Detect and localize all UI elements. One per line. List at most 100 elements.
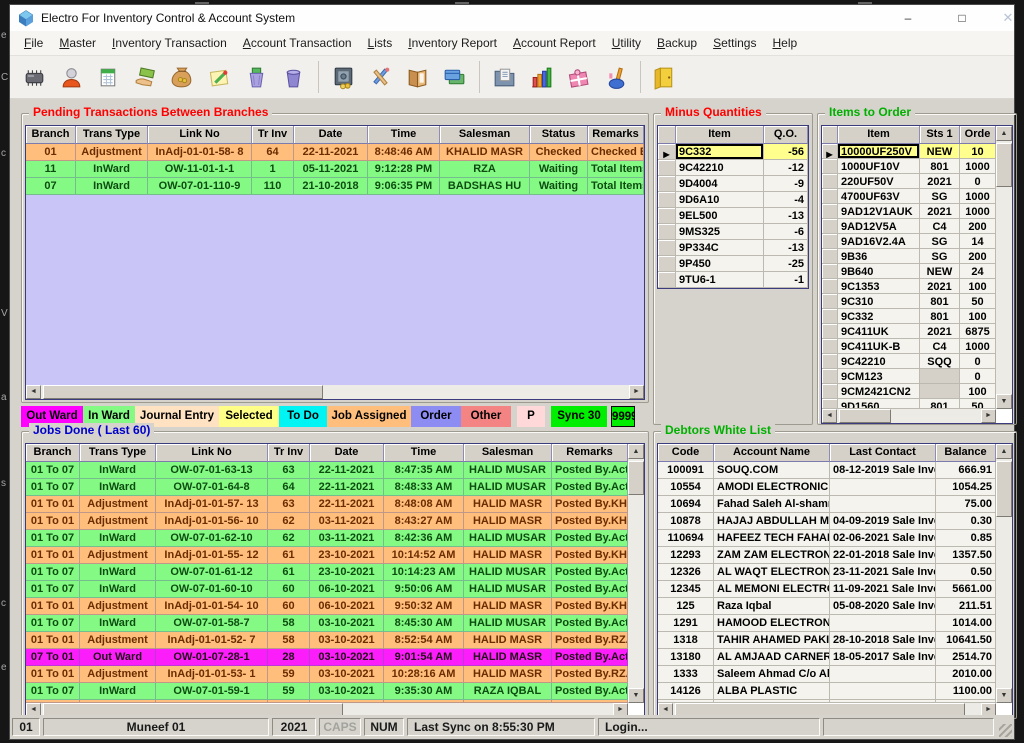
row-selector[interactable] [658, 208, 676, 224]
row-selector[interactable]: ▶ [658, 144, 676, 160]
column-header[interactable]: Item [676, 126, 764, 144]
column-header[interactable]: Branch [26, 444, 80, 462]
menu-account-transaction[interactable]: Account Transaction [235, 33, 360, 53]
row-selector[interactable] [822, 159, 838, 174]
row-selector[interactable] [822, 219, 838, 234]
ink-pot-icon[interactable] [597, 59, 634, 95]
table-row[interactable]: 07InWardOW-07-01-110-911021-10-20189:06:… [26, 178, 644, 195]
table-row[interactable]: 01 To 07InWardOW-07-01-58-75803-10-20218… [26, 615, 644, 632]
table-row[interactable]: 1333Saleem Ahmad C/o Ab2010.00 [658, 666, 1012, 683]
trash-empty-icon[interactable] [275, 59, 312, 95]
table-row[interactable]: 10694Fahad Saleh Al-shamr75.00 [658, 496, 1012, 513]
gift-icon[interactable] [560, 59, 597, 95]
table-row[interactable]: 9C411UK-BC41000 [822, 339, 1012, 354]
menu-backup[interactable]: Backup [649, 33, 705, 53]
scroll-right-button[interactable]: ► [981, 409, 996, 423]
table-row[interactable]: 1318TAHIR AHAMED PAKIS28-10-2018 Sale In… [658, 632, 1012, 649]
table-row[interactable]: 9P334C-13 [658, 240, 808, 256]
column-header[interactable]: Trans Type [76, 126, 148, 144]
column-header[interactable]: Status [530, 126, 588, 144]
maximize-button[interactable]: □ [948, 7, 976, 29]
bar-chart-icon[interactable] [523, 59, 560, 95]
horizontal-scrollbar[interactable]: ◄► [26, 385, 644, 399]
column-header[interactable]: Salesman [440, 126, 530, 144]
row-selector[interactable] [822, 279, 838, 294]
table-row[interactable]: ▶9C332-56 [658, 144, 808, 160]
table-row[interactable]: 220UF50V20210 [822, 174, 1012, 189]
table-row[interactable]: 9AD12V5AC4200 [822, 219, 1012, 234]
row-selector[interactable] [658, 176, 676, 192]
column-header[interactable]: Tr Inv [268, 444, 310, 462]
table-row[interactable]: 9EL500-13 [658, 208, 808, 224]
menu-file[interactable]: File [16, 33, 51, 53]
table-row[interactable]: 14126ALBA PLASTIC1100.00 [658, 683, 1012, 700]
table-row[interactable]: 01 To 01AdjustmentInAdj-01-01-54- 106006… [26, 598, 644, 615]
table-row[interactable]: 01 To 01AdjustmentInAdj-01-01-57- 136322… [26, 496, 644, 513]
vertical-scrollbar[interactable]: ▲▼ [996, 444, 1012, 703]
table-row[interactable]: 07 To 01Out WardOW-01-07-28-12803-10-202… [26, 649, 644, 666]
table-row[interactable]: 01 To 01AdjustmentInAdj-01-01-52- 75803-… [26, 632, 644, 649]
user-icon[interactable] [53, 59, 90, 95]
horizontal-scrollbar[interactable]: ◄► [822, 409, 996, 423]
table-row[interactable]: 100091SOUQ.COM08-12-2019 Sale Invc666.91 [658, 462, 1012, 479]
column-header[interactable]: Link No [148, 126, 252, 144]
table-row[interactable]: 1291HAMOOD ELECTRONIC1014.00 [658, 615, 1012, 632]
minimize-button[interactable]: – [894, 7, 922, 29]
scroll-left-button[interactable]: ◄ [26, 385, 41, 399]
table-row[interactable]: 9CM1230 [822, 369, 1012, 384]
table-row[interactable]: 125Raza Iqbal05-08-2020 Sale Invc211.51 [658, 598, 1012, 615]
row-selector[interactable] [658, 272, 676, 288]
table-row[interactable]: 9D6A10-4 [658, 192, 808, 208]
column-header[interactable]: Q.O. [764, 126, 808, 144]
table-row[interactable]: 9CM2421CN2100 [822, 384, 1012, 399]
column-header[interactable]: Sts 1 [920, 126, 960, 144]
table-row[interactable]: 1000UF10V8011000 [822, 159, 1012, 174]
table-row[interactable]: 9C42210SQQ0 [822, 354, 1012, 369]
table-row[interactable]: 9AD16V2.4ASG14 [822, 234, 1012, 249]
table-row[interactable]: 12345AL MEMONI ELECTROI11-09-2021 Sale I… [658, 581, 1012, 598]
credit-card-icon[interactable] [436, 59, 473, 95]
table-row[interactable]: 01 To 07InWardOW-07-01-63-136322-11-2021… [26, 462, 644, 479]
scrollbar-thumb[interactable] [996, 461, 1012, 517]
row-selector[interactable] [822, 249, 838, 264]
table-row[interactable]: 9D156080150 [822, 399, 1012, 409]
table-row[interactable]: 01 To 01AdjustmentInAdj-01-01-55- 126123… [26, 547, 644, 564]
table-row[interactable]: 9C411UK20216875 [822, 324, 1012, 339]
menu-inventory-report[interactable]: Inventory Report [400, 33, 505, 53]
column-header[interactable]: Remarks [588, 126, 644, 144]
column-header[interactable]: Trans Type [80, 444, 156, 462]
row-selector[interactable] [822, 309, 838, 324]
cash-hand-icon[interactable] [127, 59, 164, 95]
row-selector[interactable] [822, 339, 838, 354]
row-selector[interactable] [658, 160, 676, 176]
table-row[interactable]: 01 To 07InWardOW-07-01-59-15903-10-20219… [26, 683, 644, 700]
trash-full-icon[interactable] [238, 59, 275, 95]
table-row[interactable]: 01 To 07InWardOW-07-01-64-86422-11-20218… [26, 479, 644, 496]
row-selector[interactable] [822, 204, 838, 219]
scrollbar-thumb[interactable] [996, 143, 1012, 187]
column-header[interactable]: Branch [26, 126, 76, 144]
row-selector[interactable] [822, 384, 838, 399]
menu-utility[interactable]: Utility [604, 33, 649, 53]
row-selector[interactable] [822, 354, 838, 369]
table-row[interactable]: 01AdjustmentInAdj-01-01-58- 86422-11-202… [26, 144, 644, 161]
menu-lists[interactable]: Lists [360, 33, 401, 53]
table-row[interactable]: 9TU6-1-1 [658, 272, 808, 288]
row-selector[interactable] [822, 234, 838, 249]
scrollbar-thumb[interactable] [839, 409, 891, 423]
row-selector[interactable] [822, 399, 838, 409]
resize-grip[interactable] [999, 724, 1012, 737]
folder-document-icon[interactable] [486, 59, 523, 95]
scroll-up-button[interactable]: ▲ [996, 126, 1012, 141]
table-row[interactable]: 01 To 01AdjustmentInAdj-01-01-56- 106203… [26, 513, 644, 530]
row-selector[interactable] [822, 189, 838, 204]
row-selector[interactable]: ▶ [822, 144, 838, 159]
menu-settings[interactable]: Settings [705, 33, 764, 53]
menu-help[interactable]: Help [764, 33, 805, 53]
column-header[interactable]: Time [384, 444, 464, 462]
row-selector[interactable] [822, 324, 838, 339]
table-row[interactable]: 12293ZAM ZAM ELECTRONI22-01-2018 Sale In… [658, 547, 1012, 564]
table-row[interactable]: 12326AL WAQT ELECTRONI23-11-2021 Sale In… [658, 564, 1012, 581]
table-row[interactable]: 4700UF63VSG1000 [822, 189, 1012, 204]
column-header[interactable]: Code [658, 444, 714, 462]
